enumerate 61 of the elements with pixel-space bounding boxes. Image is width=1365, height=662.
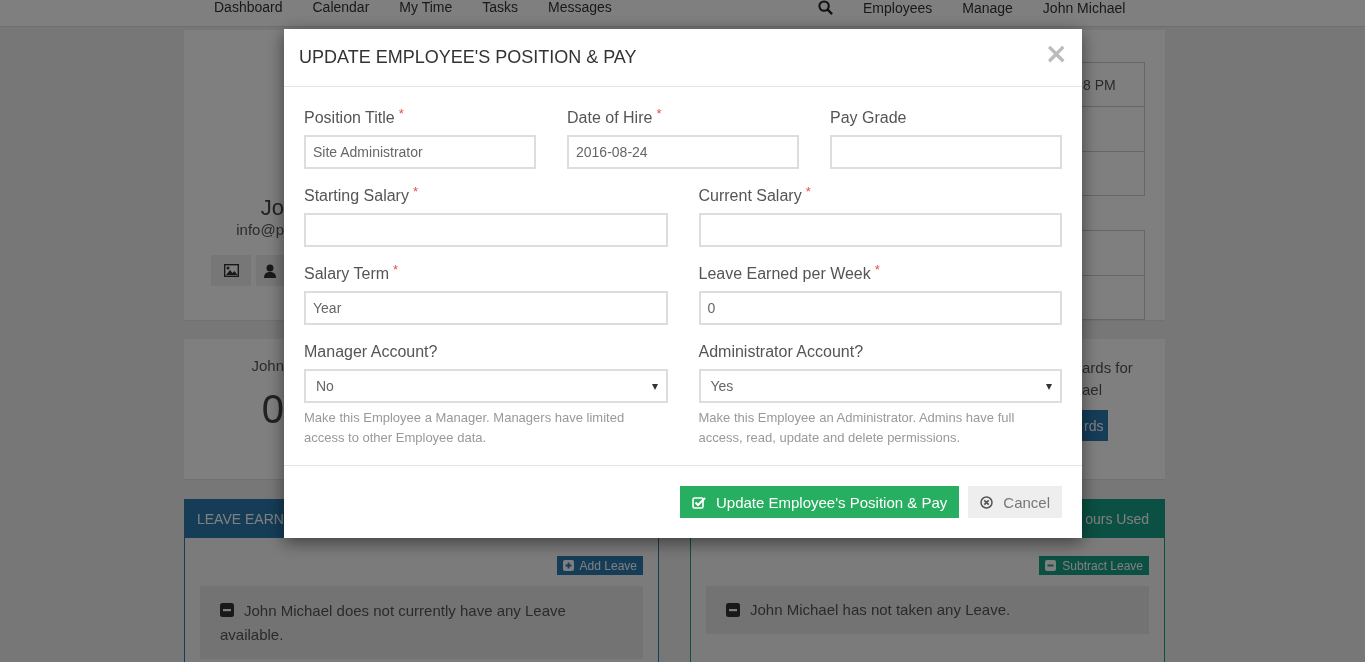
dropdown-arrow-icon — [1046, 384, 1052, 390]
field-label: Starting Salary — [304, 186, 409, 206]
nav-link[interactable]: Dashboard — [214, 0, 283, 14]
modal-title: UPDATE EMPLOYEE'S POSITION & PAY — [299, 47, 637, 68]
help-text: Make this Employee a Manager. Managers have limited access to other Employee data. — [304, 409, 626, 447]
summary-text: ael — [1082, 380, 1103, 400]
field-label: Date of Hire — [567, 108, 653, 128]
field-label: Position Title — [304, 108, 395, 128]
input-field[interactable]: Site Administrator — [304, 135, 536, 169]
field-label: Manager Account? — [304, 342, 438, 362]
nav-link[interactable]: Manage — [962, 0, 1013, 15]
required-mark: * — [656, 107, 662, 121]
photo-button[interactable] — [211, 255, 251, 286]
required-mark: * — [398, 107, 404, 121]
minus-square-icon — [726, 603, 740, 617]
check-square-icon — [691, 495, 706, 509]
nav-link[interactable]: Employees — [863, 0, 933, 15]
nav-link[interactable]: John Michael — [1042, 0, 1126, 15]
input-field[interactable] — [304, 213, 668, 247]
add-leave-button[interactable]: Add Leave — [556, 556, 643, 575]
summary-label: John — [251, 357, 284, 375]
select-field[interactable]: Yes — [698, 369, 1062, 403]
plus-square-icon — [562, 560, 574, 571]
field-label: Administrator Account? — [698, 342, 864, 362]
dropdown-arrow-icon — [651, 384, 658, 390]
search-icon[interactable] — [818, 0, 833, 15]
required-mark: * — [412, 185, 418, 199]
employee-email: info@p — [236, 221, 284, 239]
nav-link[interactable]: Messages — [548, 0, 612, 14]
nav-link[interactable]: My Time — [399, 0, 453, 14]
summary-text: ards for — [1082, 358, 1133, 378]
select-field[interactable]: No — [304, 369, 668, 403]
update-button[interactable]: Update Employee's Position & Pay — [679, 486, 960, 518]
field-label: Current Salary — [698, 186, 802, 206]
image-icon — [223, 264, 239, 277]
input-field[interactable]: 0 — [698, 291, 1062, 325]
required-mark: * — [874, 263, 880, 277]
subtract-leave-button[interactable]: Subtract Leave — [1039, 556, 1149, 575]
input-field[interactable]: Year — [304, 291, 668, 325]
minus-square-icon — [1045, 560, 1057, 571]
required-mark: * — [805, 185, 811, 199]
field-label: Leave Earned per Week — [698, 264, 871, 284]
field-label: Salary Term — [304, 264, 390, 284]
input-field[interactable]: 2016-08-24 — [567, 135, 799, 169]
help-text: Make this Employee an Administrator. Admins have full access, read, update and delete permissions. — [698, 409, 1016, 447]
input-field[interactable] — [830, 135, 1062, 169]
input-field[interactable] — [698, 213, 1062, 247]
leave-alert: John Michael has not taken any Leave. — [706, 586, 1149, 634]
rewards-button[interactable]: rds — [1082, 410, 1109, 441]
cancel-button[interactable]: Cancel — [968, 486, 1062, 518]
field-label: Pay Grade — [830, 108, 907, 128]
user-icon — [264, 263, 276, 278]
summary-value: 0 — [261, 387, 284, 431]
nav-link[interactable]: Tasks — [482, 0, 518, 14]
required-mark: * — [393, 263, 399, 277]
leave-alert: John Michael does not currently have any Leave available. — [200, 586, 643, 659]
times-circle-icon — [980, 495, 994, 509]
minus-square-icon — [220, 603, 234, 617]
profile-button[interactable] — [256, 255, 284, 286]
employee-name: Jo — [260, 195, 284, 221]
nav-link[interactable]: Calendar — [312, 0, 370, 14]
